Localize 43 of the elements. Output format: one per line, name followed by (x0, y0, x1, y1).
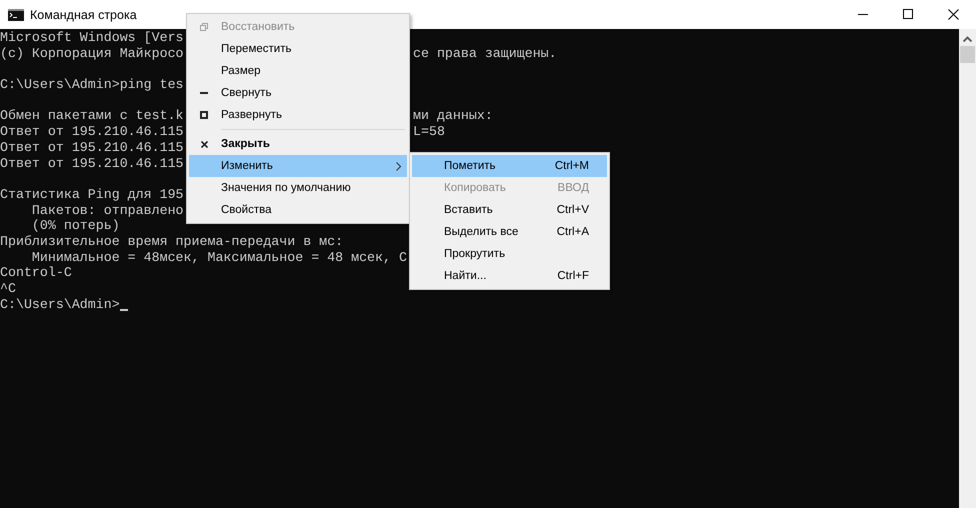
console-text: C:\Users\Admin>ping tes (0, 77, 184, 93)
console-text: Минимальное = 48мсек, Максимальное = 48 мсек, С (30, 250, 407, 266)
menu-item[interactable]: Закрыть (189, 133, 407, 155)
menu-item[interactable]: Переместить (189, 38, 407, 60)
menu-item[interactable]: Размер (189, 60, 407, 82)
console-text: (c) Корпорация Майкросо (0, 46, 184, 62)
close-icon (948, 9, 959, 20)
console-text: Ответ от 195.210.46.115 (0, 140, 184, 156)
menu-item[interactable]: Значения по умолчанию (189, 177, 407, 199)
menu-item[interactable]: Развернуть (189, 104, 407, 126)
console-text: (0% потерь) (30, 218, 120, 234)
console-text: Microsoft Windows [Vers (0, 30, 184, 46)
console-text: ^C (0, 281, 16, 297)
menu-item[interactable]: Пометить Ctrl+M (412, 155, 607, 177)
scrollbar-thumb[interactable] (960, 46, 975, 63)
console-text: Control-C (0, 265, 72, 282)
console-icon[interactable] (8, 8, 24, 20)
window-title: Командная строка (30, 8, 137, 22)
menu-item[interactable]: Прокрутить (412, 243, 607, 265)
menu-item[interactable]: Вставить Ctrl+V (412, 199, 607, 221)
menu-item[interactable]: Найти... Ctrl+F (412, 265, 607, 287)
console-text: L=58 (413, 124, 445, 140)
console-text: Статистика Ping для 195 (0, 186, 184, 203)
console-text: ми данных: (413, 108, 493, 124)
menu-item[interactable]: Изменить (189, 155, 407, 177)
restore-icon (200, 23, 208, 31)
console-text: се права защищены. (413, 46, 557, 62)
maximize-icon (200, 111, 208, 119)
menu-item[interactable]: Выделить все Ctrl+A (412, 221, 607, 243)
menu-item[interactable]: Свернуть (189, 82, 407, 104)
maximize-icon (903, 9, 914, 20)
console-text: Ответ от 195.210.46.115 (0, 124, 184, 140)
console-text: C:\Users\Admin> (0, 296, 120, 312)
minimize-icon (200, 92, 208, 94)
scroll-up-icon[interactable] (963, 36, 972, 42)
scrollbar[interactable] (959, 29, 976, 508)
close-icon (200, 140, 208, 148)
console-text: Ответ от 195.210.46.115 (0, 156, 184, 172)
menu-item[interactable]: Свойства (189, 199, 407, 221)
chevron-right-icon (396, 162, 401, 170)
console-text: Приблизительное время приема-передачи в мс: (0, 234, 344, 250)
console-text: Пакетов: отправлено (30, 202, 184, 218)
console-text: Обмен пакетами с test.k (0, 108, 184, 124)
